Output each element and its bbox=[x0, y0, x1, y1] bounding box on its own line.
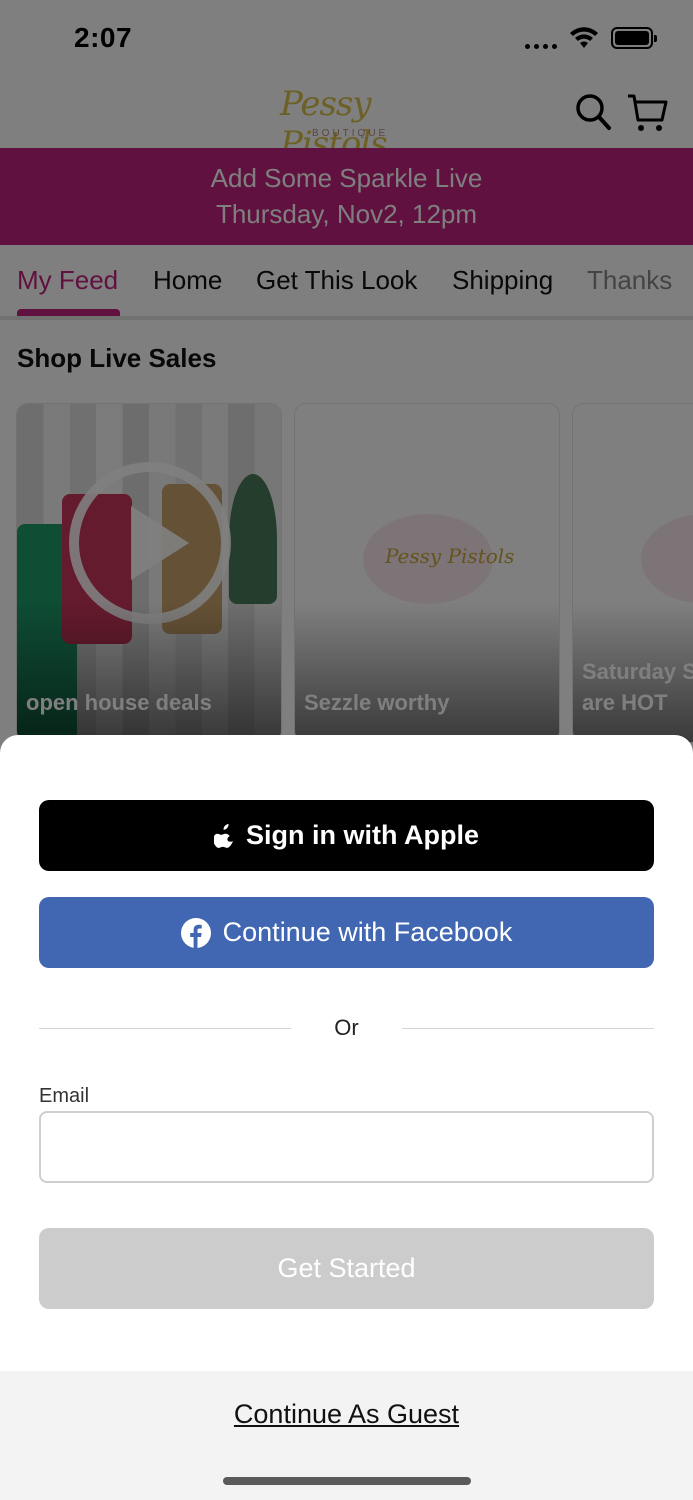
get-started-label: Get Started bbox=[277, 1253, 416, 1283]
continue-as-guest-link[interactable]: Continue As Guest bbox=[0, 1399, 693, 1430]
email-label: Email bbox=[39, 1085, 90, 1107]
facebook-icon bbox=[180, 917, 211, 948]
facebook-button-label: Continue with Facebook bbox=[222, 917, 513, 947]
email-input[interactable] bbox=[39, 1111, 654, 1183]
divider-right bbox=[402, 1028, 654, 1029]
login-sheet: Sign in with Apple Continue with Faceboo… bbox=[0, 735, 693, 1500]
home-indicator[interactable] bbox=[223, 1477, 471, 1485]
get-started-button[interactable]: Get Started bbox=[39, 1228, 654, 1309]
apple-button-label: Sign in with Apple bbox=[246, 820, 479, 850]
apple-icon bbox=[214, 823, 233, 848]
continue-facebook-button[interactable]: Continue with Facebook bbox=[39, 897, 654, 968]
guest-footer: Continue As Guest bbox=[0, 1371, 693, 1500]
sign-in-apple-button[interactable]: Sign in with Apple bbox=[39, 800, 654, 871]
